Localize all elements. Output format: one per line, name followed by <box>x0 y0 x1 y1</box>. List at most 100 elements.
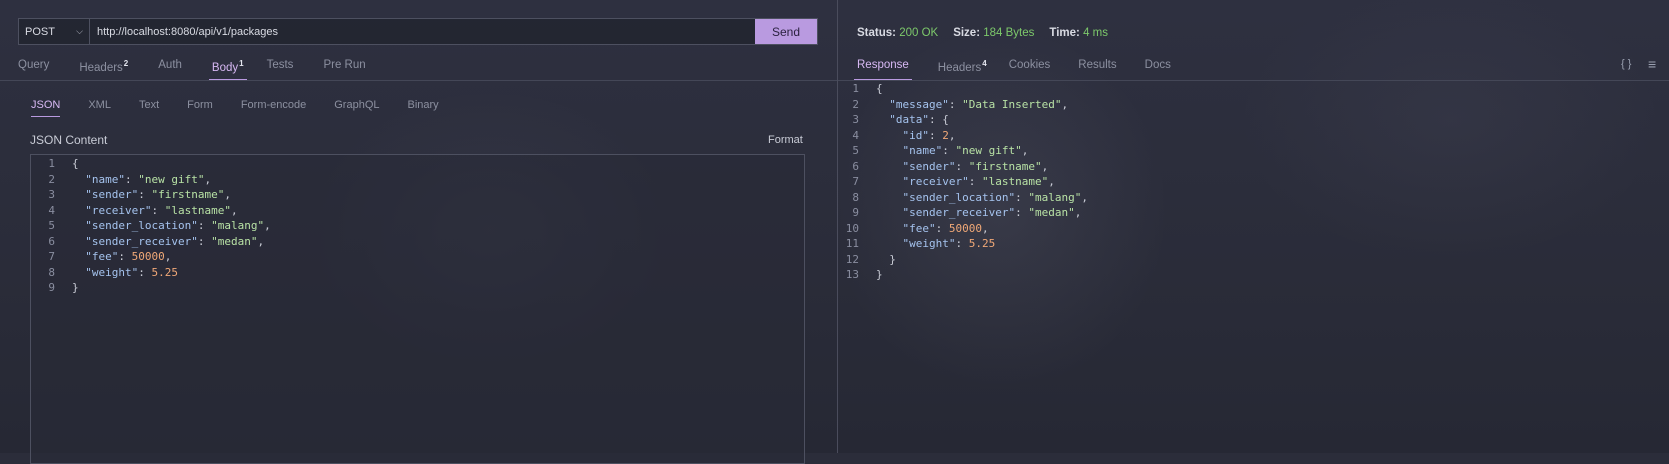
line-number: 1 <box>852 82 859 95</box>
line-number: 11 <box>845 237 859 250</box>
tab-badge: 4 <box>982 59 987 68</box>
body-tab-json[interactable]: JSON <box>31 99 61 117</box>
send-button[interactable]: Send <box>755 19 817 44</box>
code-text: } <box>72 281 79 294</box>
request-code: 1{2 "name": "new gift", 3 "sender": "firs… <box>31 155 804 296</box>
status-info: Status: 200 OK <box>857 27 939 39</box>
request-tabs-divider <box>0 80 837 81</box>
body-tab-form-encode[interactable]: Form-encode <box>241 99 306 117</box>
request-line: 9} <box>31 280 804 296</box>
body-tab-xml[interactable]: XML <box>88 99 111 117</box>
braces-icon[interactable]: { } <box>1621 58 1631 70</box>
line-number: 6 <box>48 234 55 248</box>
line-number: 12 <box>845 252 859 266</box>
tab-cookies[interactable]: Cookies <box>1009 59 1051 81</box>
json-content-label: JSON Content <box>30 133 108 147</box>
line-number: 5 <box>48 219 55 232</box>
request-line: 4 "receiver": "lastname", <box>31 203 804 219</box>
time-value: 4 ms <box>1083 27 1108 39</box>
method-select[interactable]: POST ⌵ <box>19 19 90 44</box>
code-text: "receiver": "lastname", <box>902 175 1055 188</box>
status-value: 200 OK <box>899 27 939 39</box>
tab-pre-run[interactable]: Pre Run <box>323 59 365 81</box>
response-line: 7 "receiver": "lastname", <box>835 174 1088 190</box>
code-text: "sender": "firstname", <box>902 159 1049 173</box>
method-label: POST <box>25 25 55 38</box>
code-text: "receiver": "lastname", <box>85 203 238 217</box>
response-tabs: Response Headers4 Cookies Results Docs <box>854 59 1171 81</box>
response-line: 6 "sender": "firstname", <box>835 159 1088 175</box>
time-info: Time: 4 ms <box>1049 27 1108 39</box>
response-pane: Status: 200 OK Size: 184 Bytes Time: 4 m… <box>838 0 1669 453</box>
request-line: 1{ <box>31 156 804 172</box>
body-tab-graphql[interactable]: GraphQL <box>334 99 379 117</box>
request-line: 3 "sender": "firstname", <box>31 187 804 203</box>
code-text: "weight": 5.25 <box>902 237 996 250</box>
body-tab-form[interactable]: Form <box>187 99 213 117</box>
code-text: "sender_receiver": "medan", <box>902 206 1082 219</box>
code-text: "sender_location": "malang", <box>902 190 1088 204</box>
request-line: 8 "weight": 5.25 <box>31 265 804 281</box>
response-line: 8 "sender_location": "malang", <box>835 190 1088 206</box>
tab-query[interactable]: Query <box>18 59 49 81</box>
line-number: 4 <box>852 128 859 142</box>
line-number: 3 <box>48 188 55 201</box>
code-text: "data": { <box>889 113 949 126</box>
response-line: 3 "data": { <box>835 112 1088 128</box>
line-number: 7 <box>48 250 55 263</box>
code-text: "sender_receiver": "medan", <box>85 234 265 248</box>
line-number: 10 <box>845 221 859 235</box>
tab-badge: 2 <box>123 59 129 68</box>
code-text: } <box>889 252 896 266</box>
request-body-editor[interactable]: 1{2 "name": "new gift", 3 "sender": "firs… <box>30 154 805 464</box>
tab-docs[interactable]: Docs <box>1145 59 1171 81</box>
tab-auth[interactable]: Auth <box>158 59 182 81</box>
format-button[interactable]: Format <box>768 134 803 146</box>
url-bar: POST ⌵ Send <box>18 18 818 45</box>
line-number: 2 <box>852 97 859 111</box>
wrap-lines-icon[interactable]: ≡ <box>1648 56 1656 72</box>
tab-body[interactable]: Body1 <box>208 59 247 81</box>
request-line: 7 "fee": 50000, <box>31 249 804 265</box>
line-number: 1 <box>48 157 55 170</box>
line-number: 6 <box>852 159 859 173</box>
body-tab-text[interactable]: Text <box>139 99 159 117</box>
tab-response[interactable]: Response <box>854 59 912 81</box>
response-line: 5 "name": "new gift", <box>835 143 1088 159</box>
response-line: 1{ <box>835 81 1088 97</box>
line-number: 9 <box>48 281 55 294</box>
code-text: "sender": "firstname", <box>85 188 231 201</box>
size-value: 184 Bytes <box>983 27 1035 39</box>
request-line: 6 "sender_receiver": "medan", <box>31 234 804 250</box>
line-number: 13 <box>845 268 859 281</box>
line-number: 5 <box>852 144 859 157</box>
tab-headers[interactable]: Headers2 <box>79 59 128 81</box>
response-status-row: Status: 200 OK Size: 184 Bytes Time: 4 m… <box>857 27 1123 39</box>
body-tab-binary[interactable]: Binary <box>408 99 439 117</box>
chevron-down-icon: ⌵ <box>76 26 83 36</box>
response-line: 11 "weight": 5.25 <box>835 236 1088 252</box>
code-text: "fee": 50000, <box>85 250 172 263</box>
url-input[interactable] <box>90 19 755 44</box>
code-text: "weight": 5.25 <box>85 265 178 279</box>
tab-results[interactable]: Results <box>1078 59 1116 81</box>
request-line: 2 "name": "new gift", <box>31 172 804 188</box>
tab-tests[interactable]: Tests <box>267 59 294 81</box>
code-text: "name": "new gift", <box>85 172 212 186</box>
response-line: 2 "message": "Data Inserted", <box>835 97 1088 113</box>
line-number: 3 <box>852 113 859 126</box>
response-line: 9 "sender_receiver": "medan", <box>835 205 1088 221</box>
code-text: { <box>72 157 79 170</box>
size-info: Size: 184 Bytes <box>953 27 1035 39</box>
request-line: 5 "sender_location": "malang", <box>31 218 804 234</box>
response-line: 13} <box>835 267 1088 283</box>
line-number: 8 <box>852 190 859 204</box>
response-line: 4 "id": 2, <box>835 128 1088 144</box>
tab-headers[interactable]: Headers4 <box>938 59 987 81</box>
code-text: "id": 2, <box>902 128 956 142</box>
code-text: "sender_location": "malang", <box>85 219 271 232</box>
line-number: 4 <box>48 203 55 217</box>
code-text: } <box>876 268 883 281</box>
response-line: 12 } <box>835 252 1088 268</box>
request-pane: POST ⌵ Send Query Headers2 Auth Body1 Tests P… <box>0 0 837 464</box>
